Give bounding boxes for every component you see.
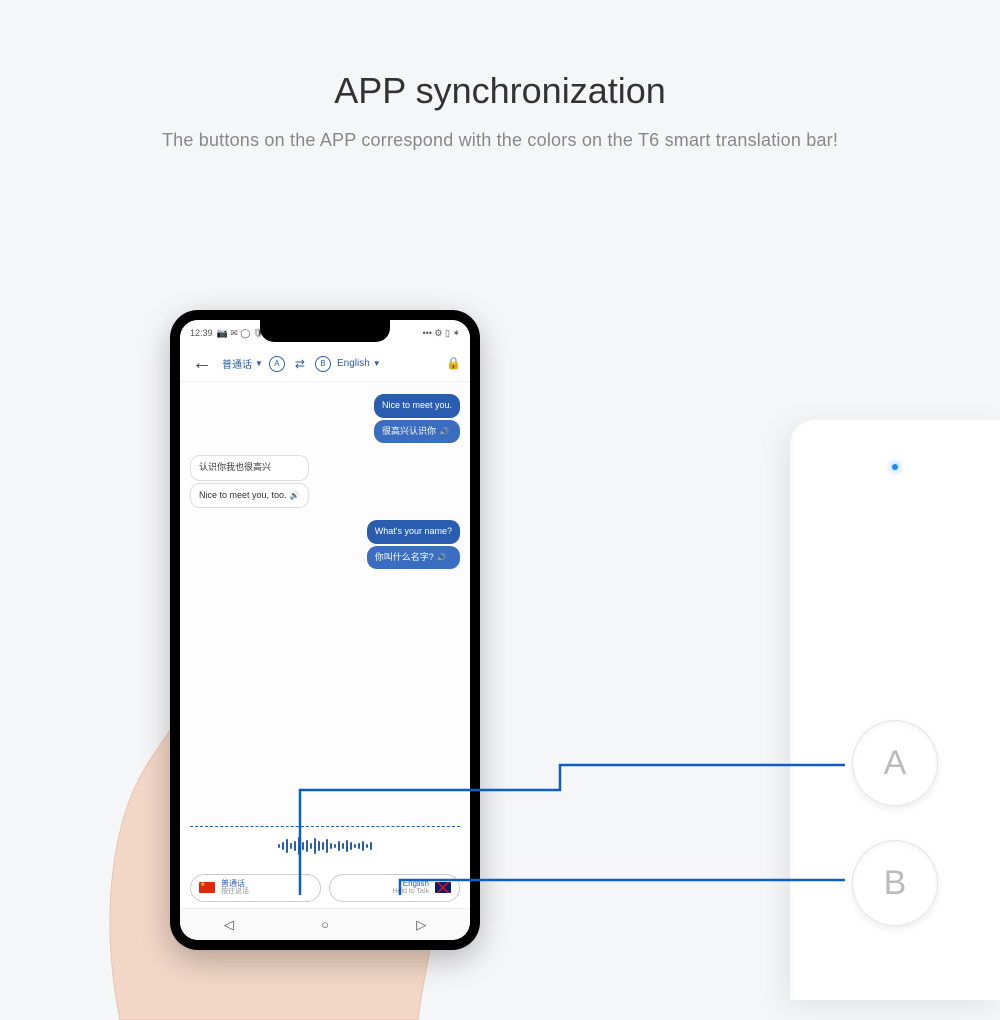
status-time: 12:39: [190, 328, 213, 338]
chat-message: Nice to meet you. 很高兴认识你🔊: [374, 394, 460, 445]
chat-area: Nice to meet you. 很高兴认识你🔊 认识你我也很高兴 Nice …: [180, 382, 470, 826]
back-arrow-icon[interactable]: ←: [188, 352, 216, 375]
nav-home-icon[interactable]: ○: [321, 917, 329, 932]
app-header: ← 普通话▼ A ⇄ B English▼ 🔒: [180, 346, 470, 382]
flag-uk-icon: [435, 882, 451, 893]
phone-screen: 12:39 📷 ✉ ◯ 🛡 ⬆ ••• ⚙ ▯ ✶ ← 普通话▼ A ⇄ B E…: [180, 320, 470, 940]
page-title: APP synchronization: [0, 0, 1000, 112]
swap-icon[interactable]: ⇄: [291, 357, 309, 371]
waveform: [190, 826, 460, 866]
nav-recent-icon[interactable]: ▷: [416, 917, 426, 933]
lang-badge-a: A: [269, 356, 285, 372]
phone-frame: 12:39 📷 ✉ ◯ 🛡 ⬆ ••• ⚙ ▯ ✶ ← 普通话▼ A ⇄ B E…: [170, 310, 480, 950]
lock-icon[interactable]: 🔒: [446, 356, 462, 372]
phone-notch: [260, 320, 390, 342]
sound-icon[interactable]: 🔊: [439, 426, 449, 438]
chat-message: 认识你我也很高兴 Nice to meet you, too.🔊: [190, 455, 309, 510]
lang-badge-b: B: [315, 356, 331, 372]
nav-back-icon[interactable]: ◁: [224, 917, 234, 933]
sound-icon[interactable]: 🔊: [437, 552, 447, 564]
lang-selector-b[interactable]: English▼: [337, 358, 381, 369]
device-button-a[interactable]: A: [852, 720, 938, 806]
device-led-icon: [892, 464, 898, 470]
app-bottom-bar: 普通话 按住说话 English Hold to Talk: [180, 866, 470, 908]
flag-cn-icon: [199, 882, 215, 893]
translator-device: A B: [790, 420, 1000, 1000]
lang-selector-a[interactable]: 普通话▼: [222, 356, 263, 371]
status-icons-right: ••• ⚙ ▯ ✶: [422, 328, 460, 339]
page-subtitle: The buttons on the APP correspond with t…: [0, 130, 1000, 151]
talk-button-a[interactable]: 普通话 按住说话: [190, 874, 321, 902]
device-button-b[interactable]: B: [852, 840, 938, 926]
talk-button-b[interactable]: English Hold to Talk: [329, 874, 460, 902]
android-nav-bar: ◁ ○ ▷: [180, 908, 470, 940]
chat-message: What's your name? 你叫什么名字?🔊: [367, 520, 460, 571]
sound-icon[interactable]: 🔊: [290, 490, 300, 502]
